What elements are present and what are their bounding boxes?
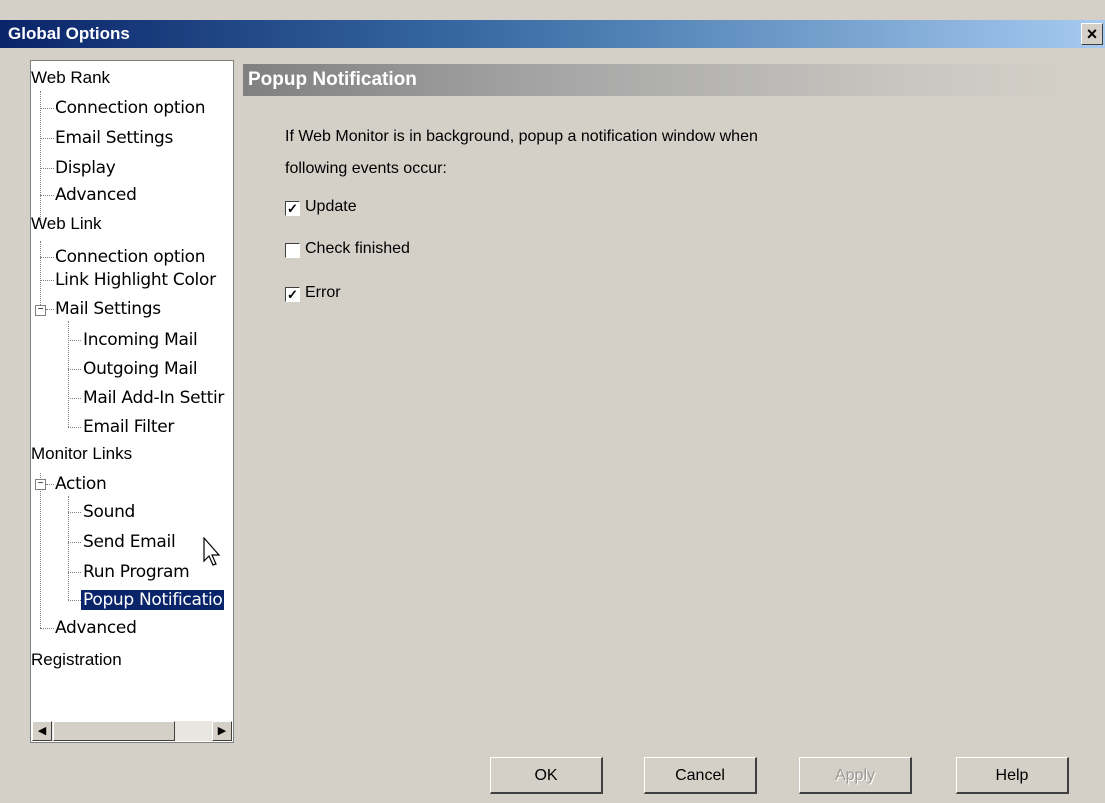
tree-line [40, 168, 54, 169]
description-line: If Web Monitor is in background, popup a… [285, 128, 758, 145]
tree-item-label: Registration [31, 650, 122, 669]
tree-item-label: Advanced [55, 618, 137, 638]
tree-item-label: Mail Settings [55, 299, 161, 319]
tree-item-label: Sound [83, 502, 136, 522]
tree-item-label: Web Rank [31, 68, 111, 87]
tree-item-popup-notification[interactable]: Popup Notificatio [81, 585, 225, 615]
tree-line [68, 321, 69, 427]
tree-line [46, 484, 54, 485]
tree-item-advanced[interactable]: Advanced [55, 180, 137, 210]
tree-item-sound[interactable]: Sound [83, 497, 135, 527]
mouse-cursor-icon [203, 537, 221, 566]
tree-line [40, 108, 54, 109]
tree-item-email-filter[interactable]: Email Filter [83, 412, 174, 442]
option-label: Update [305, 198, 357, 215]
tree-item-web-link[interactable]: Web Link [31, 209, 102, 239]
tree-item-label: Display [55, 158, 116, 178]
tree-line [68, 542, 81, 543]
tree-line [40, 195, 54, 196]
tree-item-label: Connection option [55, 247, 206, 267]
tree-item-web-rank[interactable]: Web Rank [31, 63, 110, 93]
help-button[interactable]: Help [956, 757, 1069, 794]
window-title: Global Options [8, 24, 130, 43]
tree-line [40, 473, 41, 628]
tree-item-display[interactable]: Display [55, 153, 116, 183]
option-label: Check finished [305, 240, 410, 257]
tree-line [40, 257, 54, 258]
tree-item-label: Outgoing Mail [83, 359, 198, 379]
scroll-left-icon[interactable]: ◀ [32, 721, 52, 741]
collapse-icon[interactable]: − [35, 479, 46, 490]
tree-line [46, 309, 54, 310]
tree-item-run-program[interactable]: Run Program [83, 557, 190, 587]
check-finished-checkbox[interactable] [285, 243, 300, 258]
tree-item-outgoing-mail[interactable]: Outgoing Mail [83, 354, 198, 384]
update-checkbox[interactable]: ✓ [285, 201, 300, 216]
error-checkbox[interactable]: ✓ [285, 287, 300, 302]
tree-line [40, 280, 54, 281]
tree-item-mail-add-in-settings[interactable]: Mail Add-In Settir [83, 383, 224, 413]
tree-item-label: Advanced [55, 185, 137, 205]
ok-button[interactable]: OK [490, 757, 603, 794]
tree-item-label: Email Settings [55, 128, 174, 148]
tree-item-send-email[interactable]: Send Email [83, 527, 176, 557]
description-line: following events occur: [285, 160, 447, 177]
tree-item-label: Monitor Links [31, 444, 133, 463]
tree-line [68, 398, 81, 399]
tree-item-advanced[interactable]: Advanced [55, 613, 137, 643]
tree-line [40, 241, 41, 309]
scroll-thumb[interactable] [53, 721, 175, 741]
title-bar: Global Options × [0, 20, 1105, 48]
tree-line [68, 572, 81, 573]
tree-item-label: Link Highlight Color [55, 270, 216, 290]
tree-item-mail-settings[interactable]: Mail Settings [55, 294, 161, 324]
tree-item-label: Mail Add-In Settir [83, 388, 225, 408]
tree-item-email-settings[interactable]: Email Settings [55, 123, 173, 153]
tree-item-label: Action [55, 474, 107, 494]
tree-item-label: Popup Notificatio [81, 590, 225, 610]
tree-line [68, 427, 81, 428]
tree-item-label: Email Filter [83, 417, 175, 437]
section-header: Popup Notification [243, 64, 1073, 96]
scroll-right-icon[interactable]: ▶ [212, 721, 232, 741]
cancel-button[interactable]: Cancel [644, 757, 757, 794]
section-title: Popup Notification [248, 69, 417, 90]
options-tree[interactable]: − − Web Rank Connection option Email Set… [30, 60, 234, 743]
tree-item-label: Run Program [83, 562, 190, 582]
tree-line [68, 512, 81, 513]
tree-item-label: Web Link [31, 214, 102, 233]
close-button[interactable]: × [1081, 23, 1103, 45]
tree-item-action[interactable]: Action [55, 469, 107, 499]
tree-item-registration[interactable]: Registration [31, 645, 122, 675]
option-label: Error [305, 284, 341, 301]
tree-item-label: Connection option [55, 98, 206, 118]
tree-line [40, 91, 41, 225]
tree-item-label: Send Email [83, 532, 176, 552]
tree-item-connection-option[interactable]: Connection option [55, 93, 206, 123]
tree-line [40, 138, 54, 139]
apply-button[interactable]: Apply [799, 757, 912, 794]
tree-line [40, 628, 54, 629]
tree-item-link-highlight-color[interactable]: Link Highlight Color [55, 265, 216, 295]
tree-item-incoming-mail[interactable]: Incoming Mail [83, 325, 198, 355]
tree-line [68, 600, 81, 601]
tree-line [68, 340, 81, 341]
tree-line [68, 369, 81, 370]
tree-item-label: Incoming Mail [83, 330, 198, 350]
horizontal-scrollbar[interactable]: ◀ ▶ [32, 721, 232, 741]
collapse-icon[interactable]: − [35, 305, 46, 316]
tree-item-monitor-links[interactable]: Monitor Links [31, 439, 132, 469]
